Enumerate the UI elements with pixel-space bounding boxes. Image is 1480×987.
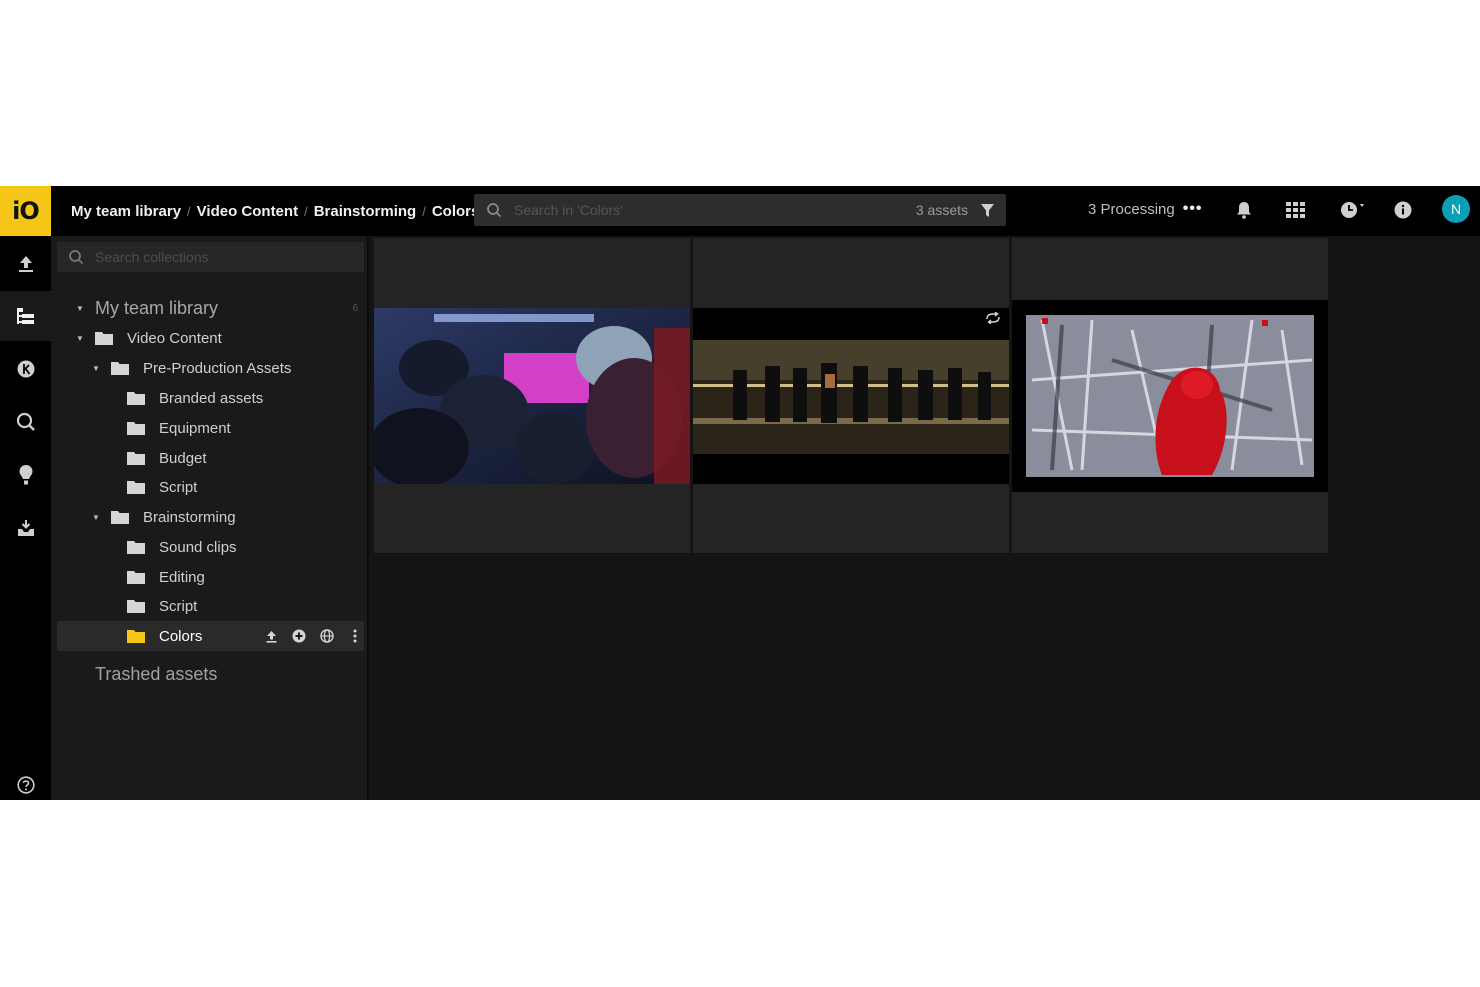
- tree-item-label: Pre-Production Assets: [143, 359, 292, 377]
- collections-panel: ▼ My team library 6 ▼ Video Content ▼ Pr…: [51, 236, 369, 800]
- folder-icon: [127, 421, 145, 435]
- breadcrumb: My team library / Video Content / Brains…: [71, 186, 479, 236]
- folder-icon: [111, 361, 129, 375]
- rail-help[interactable]: [0, 760, 51, 810]
- row-actions: [257, 629, 369, 643]
- folder-icon: [127, 540, 145, 554]
- user-avatar[interactable]: N: [1442, 195, 1470, 223]
- asset-card[interactable]: [374, 238, 690, 553]
- app-window: iO My team library / Video Content / Bra…: [0, 186, 1480, 800]
- rail-collections[interactable]: [0, 291, 51, 341]
- add-circle-icon[interactable]: [285, 629, 313, 643]
- upload-icon: [18, 256, 33, 272]
- tree-item-script[interactable]: Script: [57, 472, 364, 502]
- grid-view-icon[interactable]: [1283, 197, 1309, 223]
- search-icon: [474, 202, 514, 218]
- download-tray-icon: [17, 520, 34, 536]
- tree-item-label: Equipment: [159, 419, 231, 437]
- processing-status[interactable]: 3 Processing •••: [1088, 186, 1203, 232]
- expand-arrow-icon[interactable]: ▼: [75, 304, 85, 313]
- tree-item-label: Editing: [159, 568, 205, 586]
- folder-icon: [95, 331, 113, 345]
- expand-arrow-icon[interactable]: ▼: [75, 334, 85, 343]
- tree-item-equipment[interactable]: Equipment: [57, 413, 364, 443]
- tree-item-label: Colors: [159, 627, 203, 645]
- globe-icon[interactable]: [313, 629, 341, 643]
- item-count: 6: [352, 302, 358, 314]
- tree-item-video-content[interactable]: ▼ Video Content: [57, 323, 364, 353]
- collections-icon: [16, 308, 34, 324]
- breadcrumb-separator: /: [187, 203, 191, 219]
- bell-icon[interactable]: [1231, 197, 1257, 223]
- rail-ideas[interactable]: [0, 450, 51, 500]
- more-vertical-icon[interactable]: [341, 629, 369, 643]
- asset-search-input[interactable]: [514, 202, 916, 218]
- tree-item-label: Script: [159, 478, 198, 496]
- folder-icon: [127, 570, 145, 584]
- tree-item-label: Script: [159, 597, 198, 615]
- tree-item-label: Budget: [159, 449, 207, 467]
- tree-item-pre-production-assets[interactable]: ▼ Pre-Production Assets: [57, 353, 364, 383]
- folder-icon: [127, 391, 145, 405]
- folder-open-icon: [127, 629, 145, 643]
- avatar-initial: N: [1450, 201, 1462, 217]
- tree-item-label: Brainstorming: [143, 508, 236, 526]
- upload-icon[interactable]: [257, 630, 285, 643]
- keywords-icon: [17, 360, 34, 378]
- loop-icon: [986, 312, 1000, 324]
- asset-search-bar: 3 assets: [474, 194, 1006, 226]
- search-icon: [57, 249, 95, 265]
- breadcrumb-brainstorming[interactable]: Brainstorming: [314, 203, 417, 220]
- filter-icon[interactable]: [974, 203, 1000, 218]
- top-bar: iO My team library / Video Content / Bra…: [0, 186, 1480, 236]
- breadcrumb-my-team-library[interactable]: My team library: [71, 203, 181, 220]
- breadcrumb-separator: /: [304, 203, 308, 219]
- trashed-assets-link[interactable]: Trashed assets: [95, 664, 217, 685]
- breadcrumb-separator: /: [422, 203, 426, 219]
- asset-card[interactable]: [1012, 238, 1328, 553]
- help-icon: [16, 776, 35, 794]
- folder-icon: [127, 480, 145, 494]
- breadcrumb-video-content[interactable]: Video Content: [197, 203, 298, 220]
- asset-count: 3 assets: [915, 202, 968, 218]
- tree-item-label: Video Content: [127, 329, 222, 347]
- info-icon[interactable]: [1390, 197, 1416, 223]
- processing-label: 3 Processing: [1088, 200, 1175, 218]
- video-thumbnail[interactable]: [693, 308, 1009, 484]
- expand-arrow-icon[interactable]: ▼: [91, 513, 101, 522]
- left-rail: [0, 236, 51, 800]
- video-thumbnail[interactable]: [374, 308, 690, 484]
- tree-item-my-team-library[interactable]: ▼ My team library 6: [57, 293, 364, 323]
- tree-item-sound-clips[interactable]: Sound clips: [57, 532, 364, 562]
- tree-item-label: Sound clips: [159, 538, 237, 556]
- tree-item-colors[interactable]: Colors: [57, 621, 364, 651]
- more-dots-icon[interactable]: •••: [1183, 200, 1203, 218]
- app-logo[interactable]: iO: [0, 186, 51, 236]
- tree-item-budget[interactable]: Budget: [57, 443, 364, 473]
- folder-icon: [127, 599, 145, 613]
- tree-item-label: My team library: [95, 297, 219, 318]
- rail-upload[interactable]: [0, 239, 51, 289]
- tree-item-label: Branded assets: [159, 389, 264, 407]
- rail-keywords[interactable]: [0, 344, 51, 394]
- rail-downloads[interactable]: [0, 503, 51, 553]
- search-icon: [16, 412, 35, 431]
- tree-item-editing[interactable]: Editing: [57, 562, 364, 592]
- tree-item-branded-assets[interactable]: Branded assets: [57, 383, 364, 413]
- expand-arrow-icon[interactable]: ▼: [91, 364, 101, 373]
- folder-icon: [111, 510, 129, 524]
- tree-item-script-2[interactable]: Script: [57, 591, 364, 621]
- video-thumbnail[interactable]: [1012, 300, 1328, 492]
- logo-text: iO: [12, 197, 40, 225]
- collections-search-bar: [57, 242, 364, 272]
- rail-search[interactable]: [0, 397, 51, 447]
- folder-icon: [127, 451, 145, 465]
- collections-search-input[interactable]: [95, 249, 364, 265]
- breadcrumb-colors[interactable]: Colors: [432, 203, 480, 220]
- clock-dropdown-icon[interactable]: [1338, 197, 1368, 223]
- tree-item-brainstorming[interactable]: ▼ Brainstorming: [57, 502, 364, 532]
- lightbulb-icon: [19, 465, 32, 485]
- asset-card[interactable]: [693, 238, 1009, 553]
